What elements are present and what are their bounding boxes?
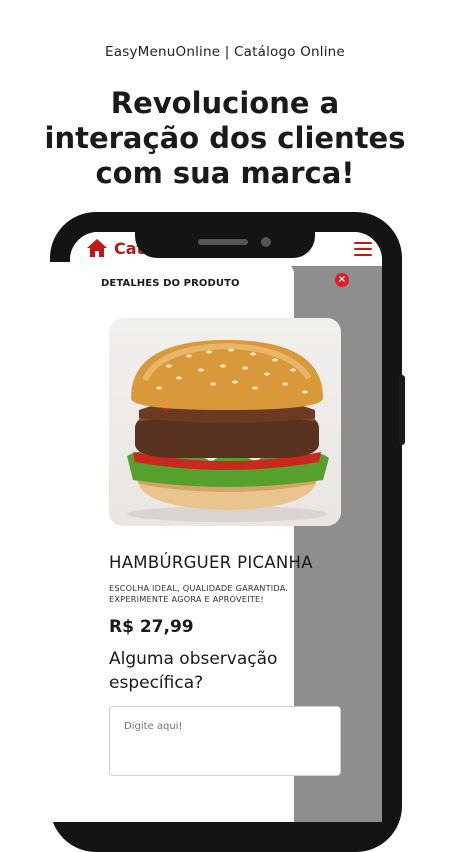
product-name: HAMBÚRGUER PICANHA — [109, 553, 313, 572]
tagline: EasyMenuOnline | Catálogo Online — [105, 44, 345, 60]
hamburger-photo-icon — [127, 340, 329, 522]
observation-label: Alguma observação específica? — [109, 649, 278, 693]
close-button[interactable]: × — [335, 273, 349, 287]
observation-input[interactable] — [109, 706, 341, 776]
product-image — [109, 318, 341, 526]
product-price: R$ 27,99 — [109, 617, 194, 637]
headline-line-2: interação dos clientes — [44, 120, 406, 155]
headline-line-1: Revolucione a — [110, 86, 340, 120]
headline: Revolucione a interação dos clientes com… — [0, 86, 450, 190]
phone-power-button — [399, 375, 405, 445]
product-description: ESCOLHA IDEAL, QUALIDADE GARANTIDA. EXPE… — [109, 583, 289, 605]
phone-camera — [261, 237, 271, 247]
headline-line-3: com sua marca! — [95, 155, 355, 190]
modal-title: DETALHES DO PRODUTO — [101, 278, 240, 289]
hamburger-menu-icon[interactable] — [354, 242, 372, 256]
home-icon[interactable] — [86, 238, 108, 258]
phone-speaker — [198, 239, 248, 245]
